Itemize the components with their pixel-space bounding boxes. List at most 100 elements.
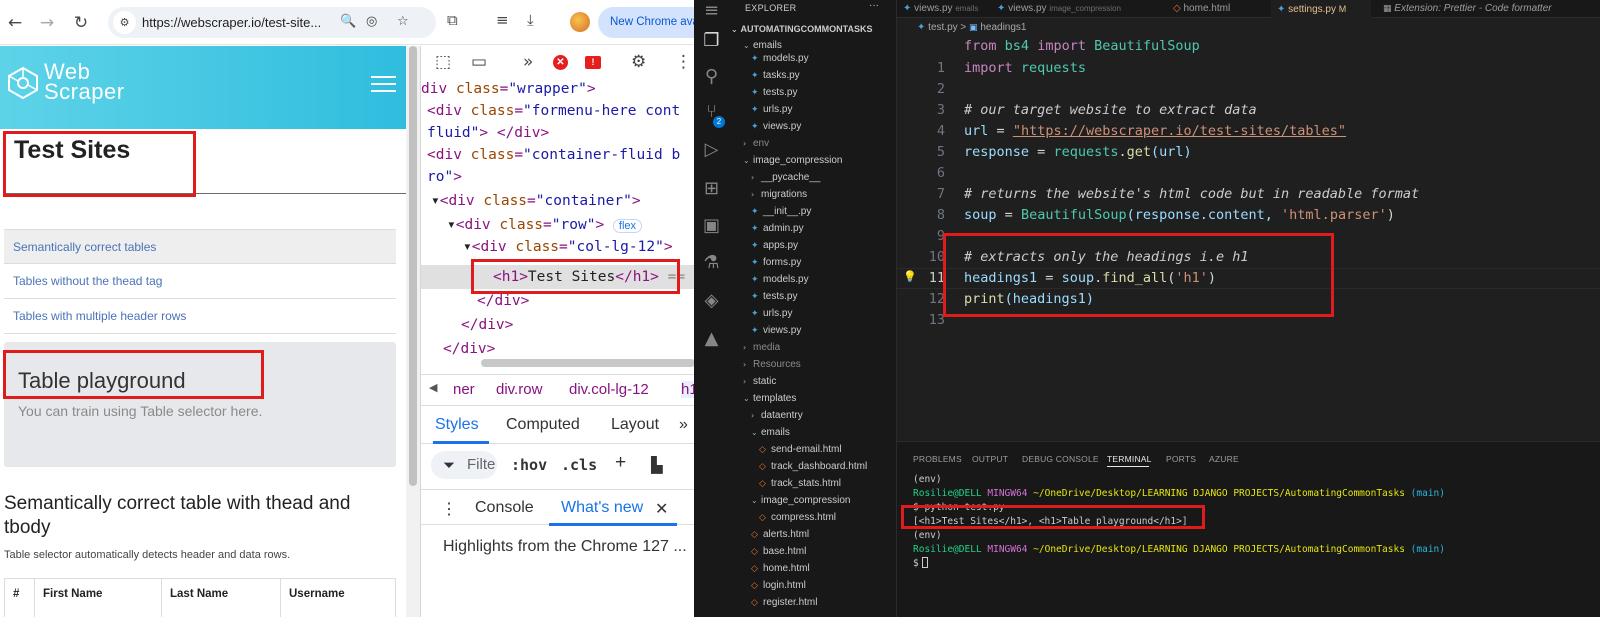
dom-node[interactable]: fluid"> </div>	[427, 122, 549, 144]
url-string[interactable]: "https://webscraper.io/test-sites/tables…	[1013, 123, 1346, 139]
new-style-rule-button[interactable]: +	[615, 452, 626, 474]
paint-brush-icon[interactable]: ▙	[651, 456, 663, 474]
tree-file[interactable]: ◇ register.html	[751, 594, 817, 611]
editor-tab[interactable]: ✦ views.py emails	[897, 0, 991, 18]
extensions-icon[interactable]: ⧉	[447, 11, 458, 29]
tree-folder[interactable]: ⌄ image_compression	[743, 152, 843, 169]
dom-node[interactable]: <div class="formenu-here cont	[427, 100, 680, 122]
profile-avatar[interactable]	[570, 12, 590, 32]
tree-file[interactable]: ✦ models.py	[751, 50, 809, 67]
dom-node[interactable]: ▾<div class="container">	[431, 190, 641, 212]
tree-file[interactable]: ✦ forms.py	[751, 254, 801, 271]
breadcrumb-symbol[interactable]: headings1	[980, 22, 1026, 33]
flex-badge[interactable]: flex	[612, 219, 643, 233]
device-toolbar-icon[interactable]: ▭	[471, 52, 487, 72]
hov-toggle[interactable]: :hov	[511, 456, 547, 474]
tree-file[interactable]: ◇ track_stats.html	[759, 475, 841, 492]
more-panels-icon[interactable]: »	[523, 52, 533, 72]
tree-folder[interactable]: › media	[743, 339, 780, 356]
styles-filter-input[interactable]: ⏷ Filte	[431, 451, 497, 479]
address-bar[interactable]: ⚙ https://webscraper.io/test-site... 🔍 ◎…	[108, 7, 436, 38]
dom-node[interactable]: ▾<div class="row"> flex	[447, 214, 643, 236]
more-options-icon[interactable]: ⋮	[675, 52, 692, 72]
tree-file[interactable]: ✦ views.py	[751, 322, 801, 339]
tree-file[interactable]: ◇ alerts.html	[751, 526, 809, 543]
collapse-triangle-icon[interactable]: ▾	[447, 217, 456, 233]
panel-tab-terminal[interactable]: TERMINAL	[1107, 454, 1152, 464]
dom-node[interactable]: ro">	[427, 166, 462, 188]
link-semantic-tables[interactable]: Semantically correct tables	[4, 229, 396, 264]
tree-folder[interactable]: ⌄ emails	[751, 424, 790, 441]
project-folder-header[interactable]: ⌄ AUTOMATINGCOMMONTASKS	[731, 24, 897, 38]
breadcrumb-item[interactable]: div.row	[496, 381, 542, 398]
tree-folder[interactable]: › dataentry	[751, 407, 803, 424]
tree-file[interactable]: ◇ compress.html	[759, 509, 836, 526]
azure-icon[interactable]: ▲	[694, 328, 729, 349]
collapse-triangle-icon[interactable]: ▾	[463, 239, 472, 255]
error-count-icon[interactable]: ✕	[553, 55, 568, 70]
menu-icon[interactable]: ≡	[694, 0, 729, 21]
editor-tab-extension[interactable]: ▦ Extension: Prettier - Code formatter	[1377, 0, 1600, 18]
dom-node[interactable]: </div>	[443, 338, 495, 360]
link-no-thead[interactable]: Tables without the thead tag	[4, 264, 396, 299]
tree-file[interactable]: ✦ urls.py	[751, 305, 792, 322]
breadcrumb-item[interactable]: ner	[453, 381, 475, 398]
explorer-icon[interactable]: ❐	[694, 30, 729, 51]
eye-off-icon[interactable]: ◎	[366, 14, 377, 29]
settings-gear-icon[interactable]: ⚙	[631, 52, 646, 72]
dom-node[interactable]: ▾<div class="col-lg-12">	[463, 236, 673, 258]
run-debug-icon[interactable]: ▷	[694, 139, 729, 160]
collapse-triangle-icon[interactable]: ▾	[431, 193, 440, 209]
drawer-menu-icon[interactable]: ⋮	[441, 499, 457, 519]
bookmark-star-icon[interactable]: ☆	[397, 14, 409, 29]
page-scrollbar-thumb[interactable]	[409, 46, 417, 486]
tree-file[interactable]: ✦ admin.py	[751, 220, 804, 237]
docker-icon[interactable]: ◈	[694, 290, 729, 311]
whats-new-highlights[interactable]: Highlights from the Chrome 127 ...	[443, 538, 687, 556]
inspect-element-icon[interactable]: ⬚	[435, 52, 451, 72]
tree-file[interactable]: ◇ base.html	[751, 543, 806, 560]
breadcrumb-left-arrow-icon[interactable]: ◀	[429, 381, 437, 394]
tree-file[interactable]: ✦ apps.py	[751, 237, 798, 254]
zoom-icon[interactable]: 🔍	[340, 14, 356, 29]
tree-file[interactable]: ✦ __init__.py	[751, 203, 811, 220]
editor-tab-settings[interactable]: ✦ settings.py M	[1271, 0, 1371, 18]
tab-whats-new[interactable]: What's new	[561, 499, 643, 517]
tab-console[interactable]: Console	[475, 499, 534, 517]
extensions-icon[interactable]: ⊞	[694, 178, 729, 199]
site-logo[interactable]: Web Scraper	[44, 61, 125, 103]
tree-file[interactable]: ◇ track_dashboard.html	[759, 458, 867, 475]
reload-icon[interactable]: ↻	[70, 12, 92, 34]
issues-icon[interactable]: !	[585, 56, 601, 69]
search-icon[interactable]: ⚲	[694, 66, 729, 87]
link-multiple-header-rows[interactable]: Tables with multiple header rows	[4, 299, 396, 334]
tab-layout[interactable]: Layout	[611, 416, 659, 434]
tree-folder[interactable]: ⌄ templates	[743, 390, 796, 407]
dom-node[interactable]: div class="wrapper">	[421, 78, 596, 100]
tree-file[interactable]: ✦ urls.py	[751, 101, 792, 118]
tree-file[interactable]: ✦ views.py	[751, 118, 801, 135]
editor-tab[interactable]: ◇ home.html	[1167, 0, 1267, 18]
tree-folder[interactable]: › env	[743, 135, 769, 152]
explorer-more-icon[interactable]: ···	[869, 0, 879, 11]
media-queue-icon[interactable]: ≡	[496, 11, 509, 29]
breadcrumb-item-current[interactable]: h1	[681, 381, 694, 398]
tree-folder[interactable]: › migrations	[751, 186, 807, 203]
editor-tab[interactable]: ✦ views.py image_compression	[991, 0, 1157, 18]
tree-file[interactable]: ✦ tests.py	[751, 84, 797, 101]
back-icon[interactable]: ←	[4, 12, 26, 34]
panel-tab-debug-console[interactable]: DEBUG CONSOLE	[1022, 454, 1099, 464]
tab-styles[interactable]: Styles	[435, 416, 479, 434]
panel-tab-output[interactable]: OUTPUT	[972, 454, 1008, 464]
tree-file[interactable]: ✦ tests.py	[751, 288, 797, 305]
panel-tab-problems[interactable]: PROBLEMS	[913, 454, 962, 464]
panel-tab-ports[interactable]: PORTS	[1166, 454, 1196, 464]
tree-file[interactable]: ◇ home.html	[751, 560, 810, 577]
tree-file[interactable]: ✦ tasks.py	[751, 67, 800, 84]
dom-horizontal-scrollbar[interactable]	[481, 359, 694, 367]
forward-icon[interactable]: →	[36, 12, 58, 34]
testing-flask-icon[interactable]: ⚗	[694, 252, 729, 273]
dom-node[interactable]: <div class="container-fluid b	[427, 144, 680, 166]
more-tabs-icon[interactable]: »	[679, 416, 688, 434]
tree-folder[interactable]: › __pycache__	[751, 169, 821, 186]
